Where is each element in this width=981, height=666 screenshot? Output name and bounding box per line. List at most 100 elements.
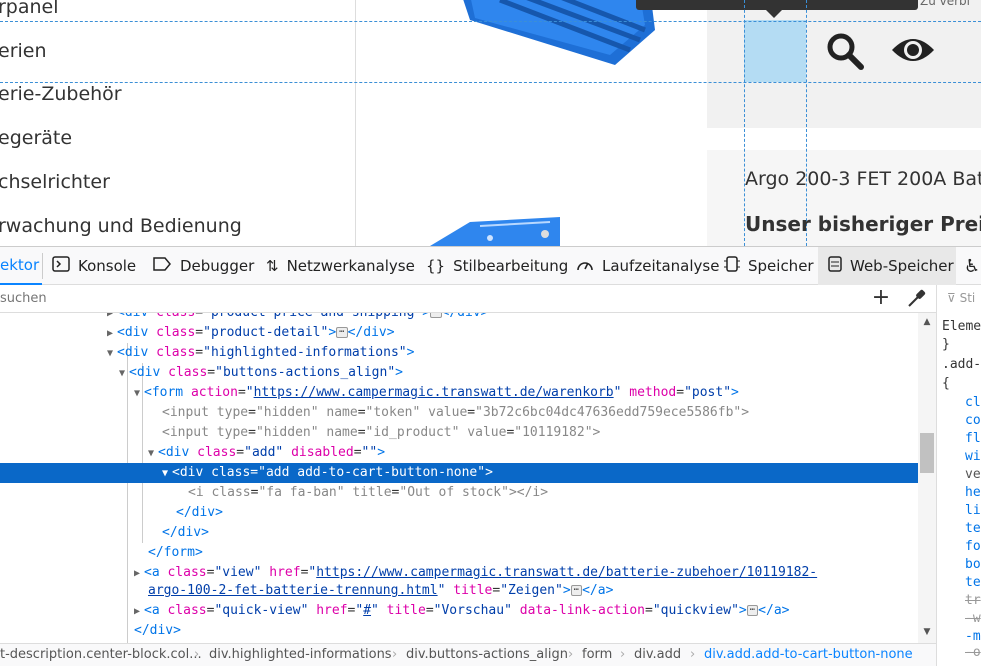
scroll-down-icon[interactable]: ▼ [920,625,934,639]
tab-style-editor[interactable]: {} Stilbearbeitung [426,247,568,285]
breadcrumb-item-current[interactable]: div.add.add-to-cart-button-none [704,647,913,662]
scroll-up-icon[interactable]: ▲ [920,315,934,329]
rule-property[interactable]: te [965,575,981,590]
tab-label: Laufzeitanalyse [602,257,720,275]
tab-accessibility[interactable]: ♿ [964,247,981,285]
markup-node[interactable]: <i class="fa fa-ban" title="Out of stock… [0,483,918,503]
menu-item[interactable]: rpanel [0,0,59,18]
rule-property[interactable]: co [965,413,981,428]
menu-item[interactable]: erie-Zubehör [0,83,122,105]
eye-icon[interactable] [890,34,936,66]
tab-performance[interactable]: Laufzeitanalyse [576,247,719,285]
rule-property[interactable]: -o [965,645,981,660]
memory-icon [724,255,740,277]
rule-text: } [942,337,950,352]
rule-property[interactable]: -w [965,611,981,626]
tab-separator [42,253,43,279]
product-image [430,217,560,246]
rule-property[interactable]: te [965,521,981,536]
rule-property[interactable]: fo [965,539,981,554]
markup-node[interactable]: ▶<div class="product-price-and-shipping"… [0,313,918,323]
rule-property[interactable]: -m [965,629,981,644]
tab-label: Debugger [180,257,255,275]
breadcrumb-item[interactable]: form [582,647,612,662]
tab-storage[interactable]: Web-Speicher [818,247,956,285]
rule-text: .add- [942,357,981,372]
rule-property[interactable]: cl [965,395,981,410]
markup-node-continuation[interactable]: argo-100-2-fet-batterie-trennung.html" t… [0,581,918,601]
tooltip-text: Zu verbi [920,0,971,8]
rule-property[interactable]: fl [965,431,981,446]
markup-node[interactable]: <input type="hidden" name="token" value=… [0,403,918,423]
guide-line [0,21,981,22]
tab-inspector[interactable]: ektor [0,247,42,285]
search-input[interactable] [0,285,850,312]
breadcrumb-item[interactable]: div.buttons-actions_align [406,647,568,662]
breadcrumb-separator: › [690,647,696,662]
rule-property[interactable]: tr [965,593,981,608]
menu-item[interactable]: chselrichter [0,171,110,193]
tab-label: ektor [0,256,40,274]
rule-property[interactable]: li [965,503,981,518]
markup-scrollbar[interactable]: ▲ ▼ [918,313,936,643]
style-editor-icon: {} [426,257,446,275]
filter-styles[interactable]: ⊽ Sti [947,291,975,305]
color-picker-icon[interactable] [904,287,928,311]
price-label: Unser bisheriger Preis [745,212,981,236]
tab-label: Web-Speicher [850,257,954,275]
markup-node[interactable]: ▶ <a class="quick-view" href="#" title="V… [0,601,918,621]
category-menu: rpanel erien erie-Zubehör egeräte chselr… [0,0,356,246]
rule-property[interactable]: ve [965,467,981,482]
menu-item[interactable]: rwachung und Bedienung [0,215,242,237]
rule-text: { [942,376,950,391]
tooltip [636,0,918,10]
markup-tree: ▶<div class="product-price-and-shipping"… [0,313,918,643]
highlighted-element-box [744,20,806,82]
rule-property[interactable]: he [965,485,981,500]
tab-label: Speicher [748,257,814,275]
markup-node[interactable]: ▼ <div class="highlighted-informations"> [0,343,918,363]
markup-node[interactable]: <input type="hidden" name="id_product" v… [0,423,918,443]
markup-closing-tag[interactable]: </div> [0,621,918,641]
tab-debugger[interactable]: Debugger [152,247,254,285]
guide-line [806,0,807,246]
breadcrumb-item[interactable]: div.add [634,647,681,662]
guide-line [0,82,981,83]
markup-node[interactable]: ▼ <form action="https://www.campermagic.t… [0,383,918,403]
search-icon[interactable] [826,32,864,70]
markup-node-selected[interactable]: ▼ <div class="add add-to-cart-button-none… [0,463,918,483]
markup-node[interactable]: ▼ <div class="add" disabled=""> [0,443,918,463]
markup-node[interactable]: ▶ <a class="view" href="https://www.campe… [0,563,918,583]
performance-icon [576,256,594,276]
product-title[interactable]: Argo 200-3 FET 200A Batte [745,168,981,190]
tab-console[interactable]: Konsole [52,247,136,285]
filter-styles-placeholder: Sti [959,291,976,305]
menu-item[interactable]: egeräte [0,127,72,149]
markup-node[interactable]: ▶ <div class="product-detail"> ⋯ </div> [0,323,918,343]
tab-network[interactable]: ⇅ Netzwerkanalyse [266,247,415,285]
markup-closing-tag[interactable]: </form> [0,543,918,563]
rule-property[interactable]: bo [965,557,981,572]
accessibility-icon: ♿ [964,255,981,277]
guide-line [744,0,745,246]
network-icon: ⇅ [266,257,279,275]
scrollbar-thumb[interactable] [920,433,934,473]
markup-closing-tag[interactable]: </div> [0,523,918,543]
devtools-panel: ektor Konsole Debugger ⇅ Netzwerkanalyse… [0,246,981,666]
breadcrumb-item[interactable]: div.highlighted-informations [209,647,392,662]
storage-icon [828,256,842,276]
markup-search-bar: + [0,285,936,313]
breadcrumb-separator: › [620,647,626,662]
rule-property[interactable]: wi [965,449,981,464]
tab-memory[interactable]: Speicher [724,247,814,285]
add-node-button[interactable]: + [868,286,894,312]
tab-label: Konsole [78,257,137,275]
breadcrumb-item[interactable]: t-description.center-block.col... [0,647,202,662]
tooltip-tail [766,10,782,18]
menu-item[interactable]: erien [0,40,47,62]
product-image [463,0,655,65]
markup-closing-tag[interactable]: </div> [0,503,918,523]
breadcrumb: t-description.center-block.col... › div.… [0,643,936,666]
devtools-toolbar: ektor Konsole Debugger ⇅ Netzwerkanalyse… [0,247,981,285]
markup-node[interactable]: ▼ <div class="buttons-actions_align"> [0,363,918,383]
